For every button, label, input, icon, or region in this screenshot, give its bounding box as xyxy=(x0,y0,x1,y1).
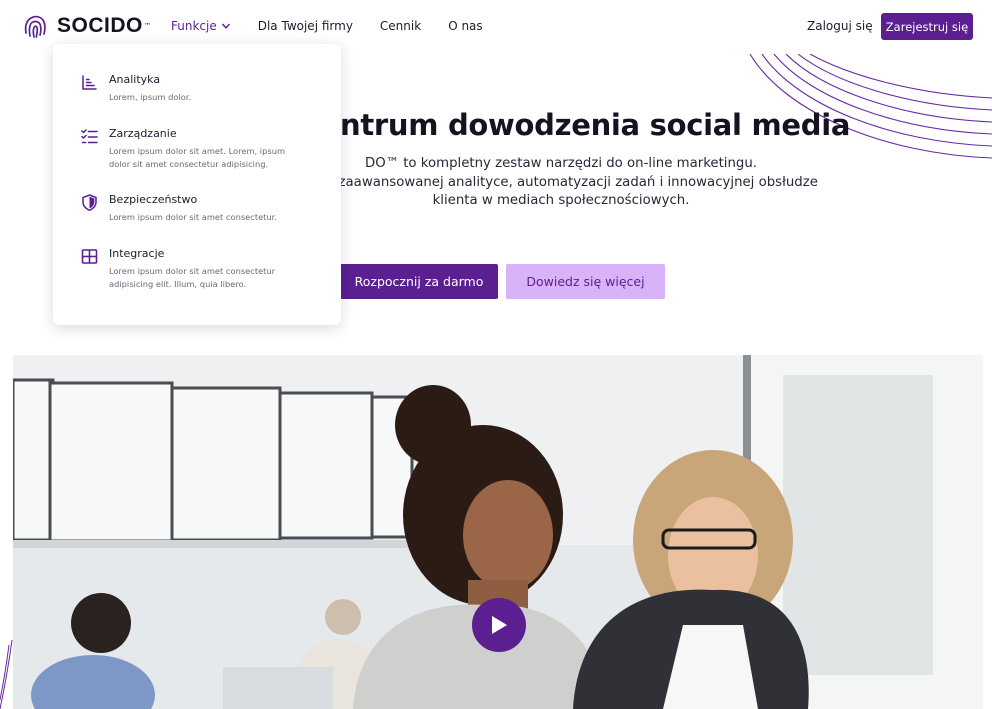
play-button[interactable] xyxy=(472,598,526,652)
nav-item-funkcje[interactable]: Funkcje xyxy=(171,19,231,33)
hero-subtitle-line: zięki zaawansowanej analityce, automatyz… xyxy=(304,174,818,190)
brand-name: SOCIDO xyxy=(57,14,143,37)
shield-icon xyxy=(82,194,97,211)
menu-item-title: Analityka xyxy=(109,73,161,86)
hero-subtitle: DO™ to kompletny zestaw narzędzi do on-l… xyxy=(300,155,822,211)
play-icon xyxy=(492,616,507,634)
chart-icon xyxy=(82,75,97,90)
decorative-arcs-left xyxy=(0,640,13,709)
menu-item-title: Bezpieczeństwo xyxy=(109,193,198,206)
menu-item-integracje[interactable]: Integracje Lorem ipsum dolor sit amet co… xyxy=(81,247,299,291)
main-nav: Funkcje Dla Twojej firmy Cennik O nas xyxy=(171,19,510,33)
menu-item-description: Lorem ipsum dolor sit amet consectetur. xyxy=(109,212,277,222)
video-thumbnail xyxy=(13,355,983,709)
nav-item-cennik[interactable]: Cennik xyxy=(380,19,421,33)
fingerprint-icon xyxy=(24,15,46,38)
nav-item-o-nas[interactable]: O nas xyxy=(448,19,482,33)
checklist-icon xyxy=(81,129,98,144)
learn-more-button[interactable]: Dowiedz się więcej xyxy=(506,264,665,299)
menu-item-description: Lorem ipsum dolor sit amet consectetur a… xyxy=(109,266,276,289)
menu-item-title: Zarządzanie xyxy=(109,127,177,140)
nav-item-dla-firmy[interactable]: Dla Twojej firmy xyxy=(258,19,353,33)
hero-subtitle-line: DO™ to kompletny zestaw narzędzi do on-l… xyxy=(364,156,758,171)
menu-item-analityka[interactable]: Analityka Lorem, ipsum dolor. xyxy=(81,73,299,104)
signup-button[interactable]: Zarejestruj się xyxy=(881,13,973,40)
hero-title: ntrum dowodzenia social media xyxy=(340,108,851,142)
logo[interactable]: SOCIDO ™ xyxy=(22,13,151,39)
promo-video[interactable] xyxy=(13,355,983,709)
start-free-button[interactable]: Rozpocznij za darmo xyxy=(340,264,498,299)
menu-item-title: Integracje xyxy=(109,247,165,260)
menu-item-description: Lorem ipsum dolor sit amet. Lorem, ipsum… xyxy=(109,146,286,169)
grid-icon xyxy=(81,249,98,264)
decorative-arcs xyxy=(749,54,992,159)
menu-item-zarzadzanie[interactable]: Zarządzanie Lorem ipsum dolor sit amet. … xyxy=(81,127,299,171)
chevron-down-icon xyxy=(221,23,230,29)
hero-subtitle-line: klienta w mediach społecznościowych. xyxy=(432,193,690,208)
nav-item-label: Funkcje xyxy=(171,19,217,33)
menu-item-bezpieczenstwo[interactable]: Bezpieczeństwo Lorem ipsum dolor sit ame… xyxy=(81,193,299,224)
funkcje-dropdown-menu: Analityka Lorem, ipsum dolor. Zarządzani… xyxy=(53,44,341,325)
brand-trademark: ™ xyxy=(143,22,151,30)
menu-item-description: Lorem, ipsum dolor. xyxy=(109,92,192,102)
login-link[interactable]: Zaloguj się xyxy=(807,19,873,33)
